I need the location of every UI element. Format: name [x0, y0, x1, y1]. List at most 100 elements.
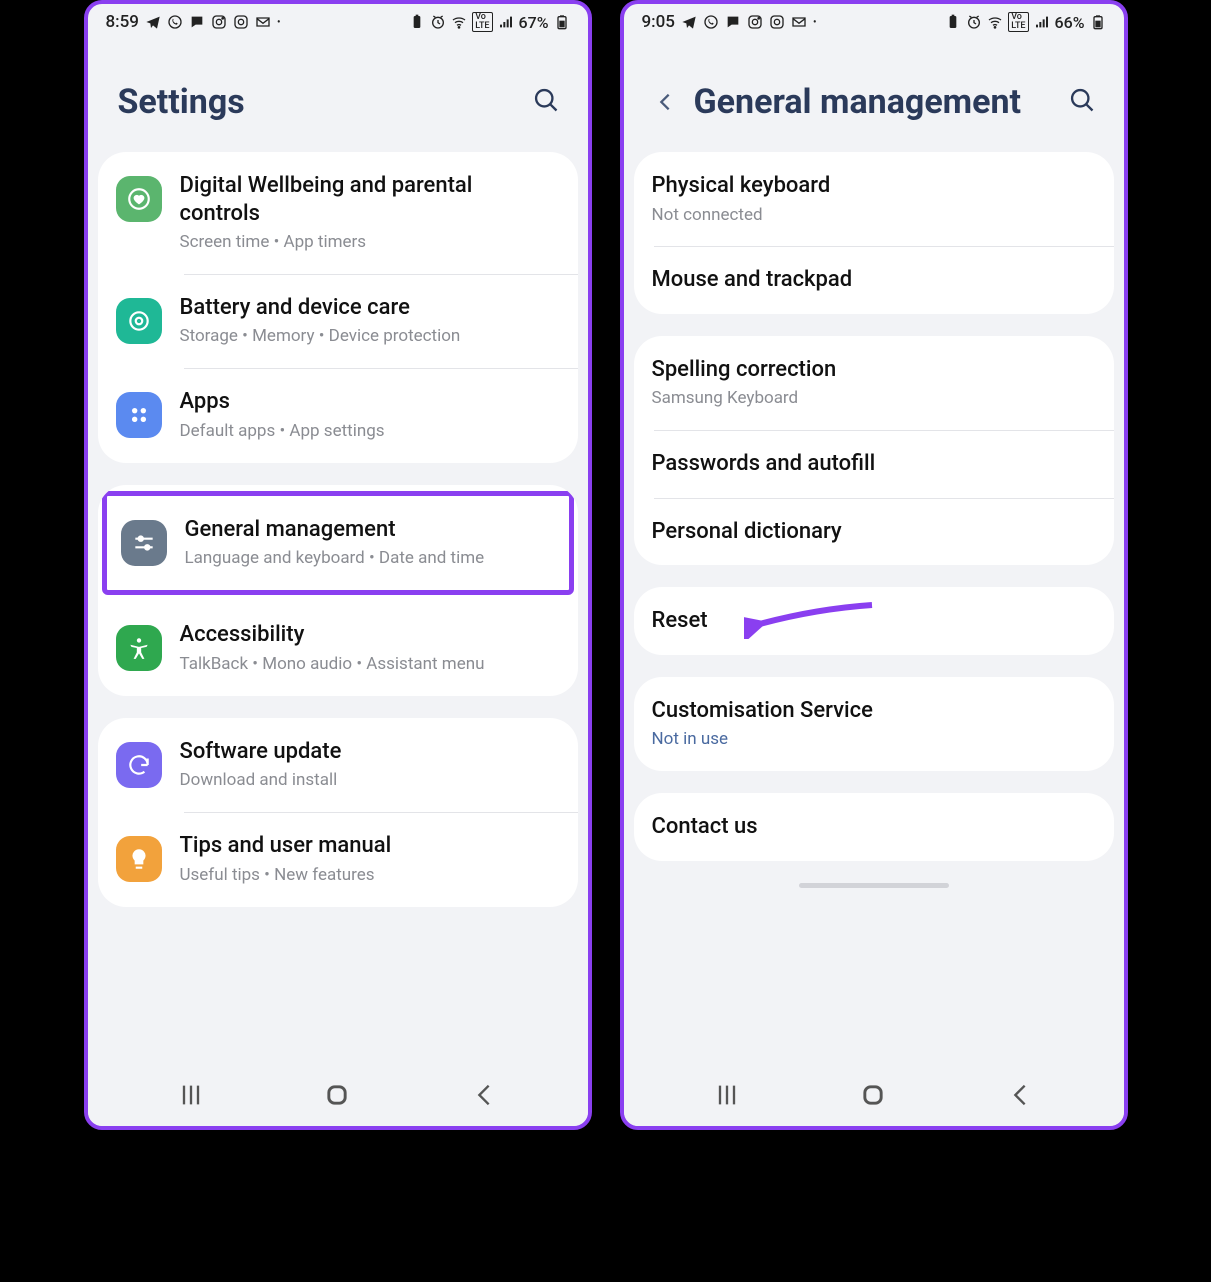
- row-title: Spelling correction: [652, 356, 1094, 384]
- header: General management: [624, 36, 1124, 152]
- row-title: Personal dictionary: [652, 518, 1094, 546]
- row-title: General management: [185, 516, 549, 544]
- update-icon: [116, 742, 162, 788]
- page-title: General management: [694, 82, 1022, 122]
- sliders-icon: [121, 520, 167, 566]
- settings-row-mouse-and-trackpad[interactable]: Mouse and trackpad: [634, 246, 1114, 314]
- instagram2-icon: [769, 14, 785, 30]
- header: Settings: [88, 36, 588, 152]
- instagram-icon: [211, 14, 227, 30]
- battery-saver-icon: [945, 14, 961, 30]
- gmail-icon: [255, 14, 271, 30]
- row-subtitle: Screen time • App timers: [180, 231, 558, 254]
- alarm-icon: [966, 14, 982, 30]
- settings-row-digital-wellbeing-and-parental-controls[interactable]: Digital Wellbeing and parental controls S…: [98, 152, 578, 274]
- row-title: Tips and user manual: [180, 832, 558, 860]
- whatsapp-icon: [703, 14, 719, 30]
- back-button[interactable]: [1006, 1081, 1034, 1109]
- whatsapp-icon: [167, 14, 183, 30]
- row-title: Customisation Service: [652, 697, 1094, 725]
- heart-icon: [116, 176, 162, 222]
- nav-bar: [88, 1064, 588, 1126]
- battery-text: 66%: [1055, 13, 1085, 32]
- settings-group: Reset: [634, 587, 1114, 655]
- settings-group: Spelling correction Samsung Keyboard Passw…: [634, 336, 1114, 565]
- settings-group: Digital Wellbeing and parental controls S…: [98, 152, 578, 463]
- scroll-indicator: [799, 883, 949, 888]
- settings-group: Customisation Service Not in use: [634, 677, 1114, 771]
- row-subtitle: Not in use: [652, 728, 1094, 751]
- settings-row-software-update[interactable]: Software update Download and install: [98, 718, 578, 812]
- more-dot-icon: •: [813, 17, 817, 28]
- row-subtitle: Download and install: [180, 769, 558, 792]
- settings-row-tips-and-user-manual[interactable]: Tips and user manual Useful tips • New fe…: [98, 812, 578, 906]
- access-icon: [116, 625, 162, 671]
- settings-row-general-management[interactable]: General management Language and keyboard …: [107, 496, 569, 590]
- status-bar: 8:59 • VoLTE 67%: [88, 4, 588, 36]
- chat-icon: [189, 14, 205, 30]
- settings-row-contact-us[interactable]: Contact us: [634, 793, 1114, 861]
- settings-group: Physical keyboard Not connected Mouse and …: [634, 152, 1114, 314]
- row-title: Reset: [652, 607, 1094, 635]
- settings-row-spelling-correction[interactable]: Spelling correction Samsung Keyboard: [634, 336, 1114, 430]
- row-title: Digital Wellbeing and parental controls: [180, 172, 558, 227]
- row-title: Contact us: [652, 813, 1094, 841]
- nav-bar: [624, 1064, 1124, 1126]
- page-title: Settings: [118, 82, 245, 122]
- settings-row-passwords-and-autofill[interactable]: Passwords and autofill: [634, 430, 1114, 498]
- search-icon[interactable]: [532, 86, 560, 118]
- status-time: 8:59: [106, 12, 139, 32]
- phone-settings: 8:59 • VoLTE 67% Settings: [84, 0, 592, 1130]
- battery-saver-icon: [409, 14, 425, 30]
- alarm-icon: [430, 14, 446, 30]
- row-title: Accessibility: [180, 621, 558, 649]
- back-button[interactable]: [654, 82, 676, 122]
- instagram-icon: [747, 14, 763, 30]
- row-title: Physical keyboard: [652, 172, 1094, 200]
- recent-apps-button[interactable]: [177, 1081, 205, 1109]
- signal-icon: [498, 14, 514, 30]
- phone-general-management: 9:05 • VoLTE 66%: [620, 0, 1128, 1130]
- search-icon[interactable]: [1068, 86, 1096, 118]
- row-title: Mouse and trackpad: [652, 266, 1094, 294]
- wifi-icon: [987, 14, 1003, 30]
- settings-group: General management Language and keyboard …: [98, 485, 578, 696]
- settings-row-customisation-service[interactable]: Customisation Service Not in use: [634, 677, 1114, 771]
- back-button[interactable]: [470, 1081, 498, 1109]
- settings-group: Contact us: [634, 793, 1114, 861]
- row-subtitle: Not connected: [652, 204, 1094, 227]
- more-dot-icon: •: [277, 17, 281, 28]
- recent-apps-button[interactable]: [713, 1081, 741, 1109]
- battery-text: 67%: [519, 13, 549, 32]
- settings-group: Software update Download and install Tips …: [98, 718, 578, 907]
- gmail-icon: [791, 14, 807, 30]
- home-button[interactable]: [323, 1081, 351, 1109]
- settings-row-reset[interactable]: Reset: [634, 587, 1114, 655]
- chat-icon: [725, 14, 741, 30]
- status-time: 9:05: [642, 12, 675, 32]
- settings-row-battery-and-device-care[interactable]: Battery and device care Storage • Memory …: [98, 274, 578, 368]
- home-button[interactable]: [859, 1081, 887, 1109]
- apps-icon: [116, 392, 162, 438]
- row-title: Passwords and autofill: [652, 450, 1094, 478]
- row-subtitle: Samsung Keyboard: [652, 387, 1094, 410]
- row-title: Software update: [180, 738, 558, 766]
- settings-row-personal-dictionary[interactable]: Personal dictionary: [634, 498, 1114, 566]
- tips-icon: [116, 836, 162, 882]
- settings-row-apps[interactable]: AppsDefault apps • App settings: [98, 368, 578, 462]
- battery-icon: [1090, 14, 1106, 30]
- row-title: Apps: [180, 388, 558, 416]
- settings-row-accessibility[interactable]: Accessibility TalkBack • Mono audio • Ass…: [98, 601, 578, 695]
- signal-icon: [1034, 14, 1050, 30]
- volte-icon: VoLTE: [472, 12, 492, 32]
- row-subtitle: Language and keyboard • Date and time: [185, 547, 549, 570]
- care-icon: [116, 298, 162, 344]
- row-subtitle: Useful tips • New features: [180, 864, 558, 887]
- telegram-icon: [681, 14, 697, 30]
- settings-row-physical-keyboard[interactable]: Physical keyboard Not connected: [634, 152, 1114, 246]
- status-bar: 9:05 • VoLTE 66%: [624, 4, 1124, 36]
- row-title: Battery and device care: [180, 294, 558, 322]
- telegram-icon: [145, 14, 161, 30]
- row-subtitle: TalkBack • Mono audio • Assistant menu: [180, 653, 558, 676]
- row-subtitle: Storage • Memory • Device protection: [180, 325, 558, 348]
